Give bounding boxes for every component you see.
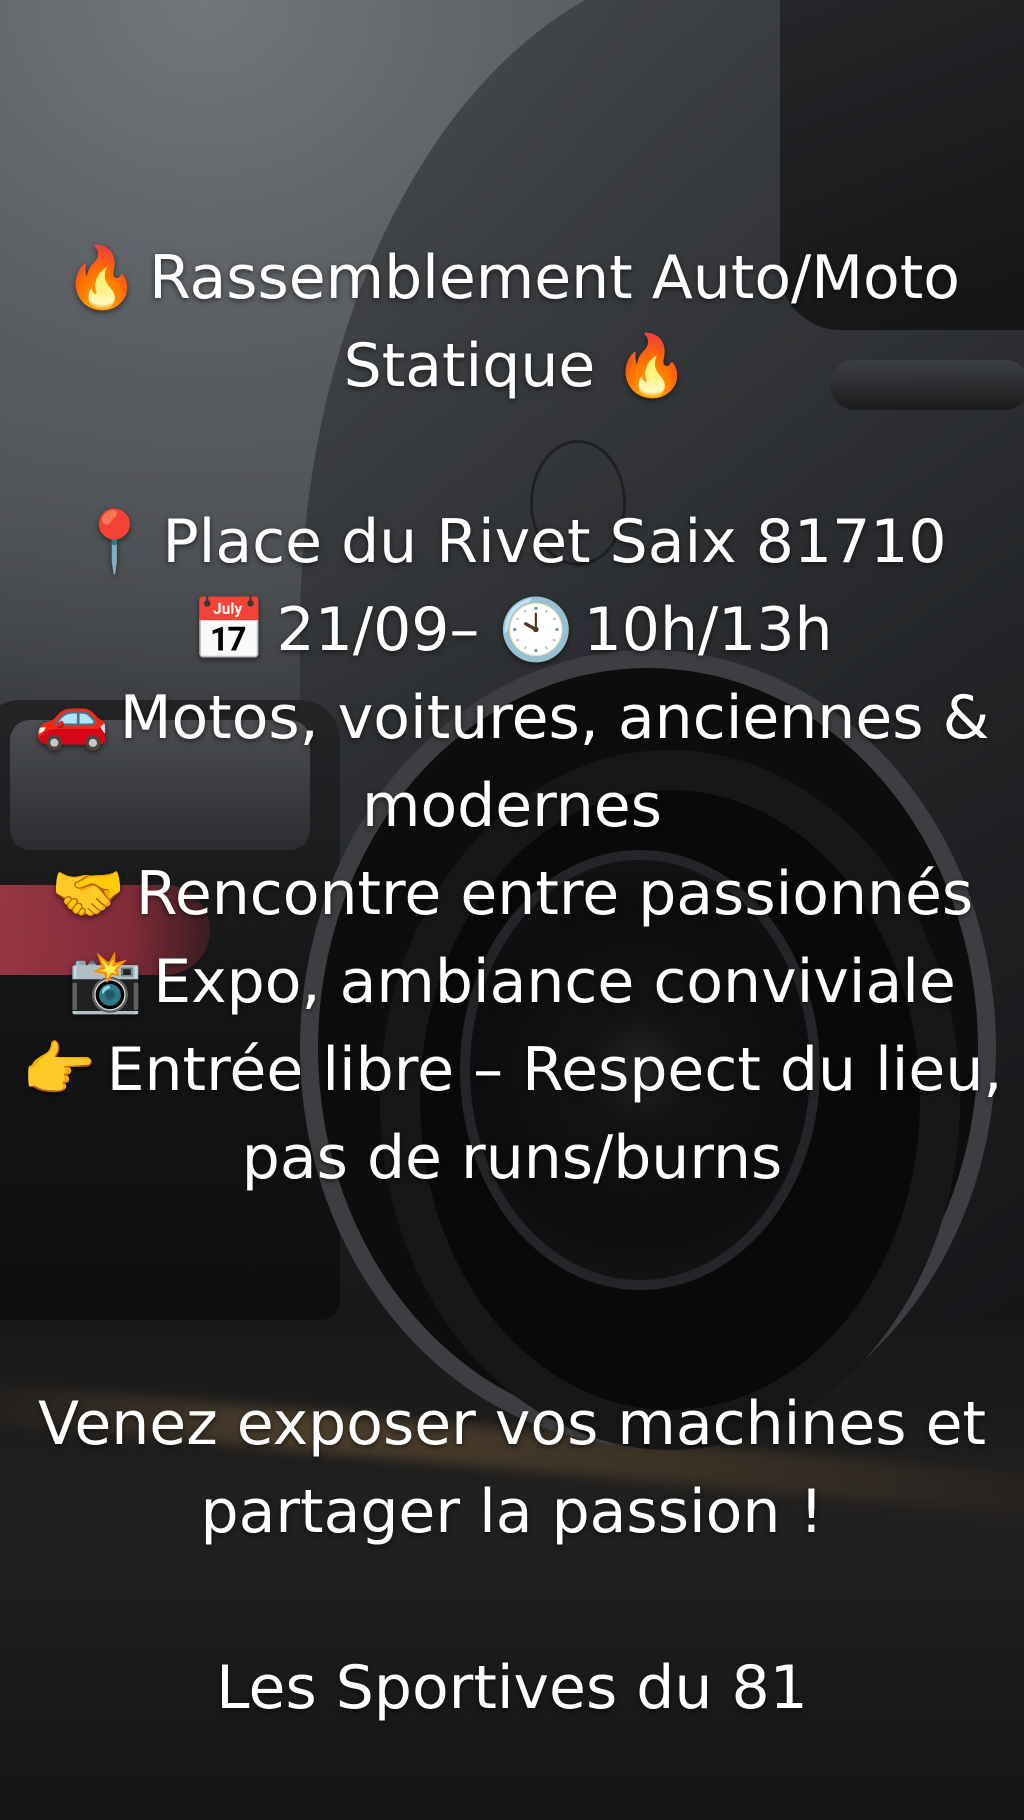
pin-icon: 📍 [77, 507, 153, 577]
detail-meeting: 🤝 Rencontre entre passionnés [20, 850, 1004, 938]
title-text-2: Statique [343, 331, 596, 401]
date-text: 21/09– [276, 595, 480, 665]
organizer-signature: Les Sportives du 81 [20, 1644, 1004, 1732]
time-text: 10h/13h [583, 595, 833, 665]
detail-location: 📍 Place du Rivet Saix 81710 [20, 498, 1004, 586]
vehicles-text: Motos, voitures, anciennes & modernes [119, 683, 990, 841]
camera-flash-icon: 📸 [68, 947, 143, 1017]
detail-rules: 👉 Entrée libre – Respect du lieu, pas de… [20, 1026, 1004, 1202]
calendar-icon: 📅 [191, 595, 267, 665]
location-text: Place du Rivet Saix 81710 [162, 507, 947, 577]
detail-expo: 📸 Expo, ambiance conviviale [20, 938, 1004, 1026]
poster-text: 🔥 Rassemblement Auto/Moto Statique 🔥 📍 P… [0, 0, 1024, 1820]
cta-line-1: Venez exposer vos machines et [37, 1389, 987, 1459]
event-details: 📍 Place du Rivet Saix 81710 📅 21/09– 🕙 1… [20, 498, 1004, 1202]
car-icon: 🚗 [34, 683, 110, 753]
title-line-2: Statique 🔥 [20, 322, 1004, 410]
meeting-text: Rencontre entre passionnés [135, 859, 974, 929]
pointing-hand-icon: 👉 [21, 1035, 97, 1105]
handshake-icon: 🤝 [50, 859, 126, 929]
clock-icon: 🕙 [498, 595, 574, 665]
fire-icon: 🔥 [614, 331, 690, 401]
title-text-1: Rassemblement Auto/Moto [149, 243, 960, 313]
detail-vehicles: 🚗 Motos, voitures, anciennes & modernes [20, 674, 1004, 850]
cta-line-2: partager la passion ! [200, 1477, 824, 1547]
call-to-action: Venez exposer vos machines et partager l… [20, 1380, 1004, 1556]
title-line-1: 🔥 Rassemblement Auto/Moto [20, 234, 1004, 322]
organizer-name: Les Sportives du 81 [216, 1653, 808, 1723]
fire-icon: 🔥 [64, 243, 139, 313]
event-title: 🔥 Rassemblement Auto/Moto Statique 🔥 [20, 234, 1004, 410]
expo-text: Expo, ambiance conviviale [153, 947, 956, 1017]
rules-text: Entrée libre – Respect du lieu, pas de r… [106, 1035, 1003, 1193]
poster: 🔥 Rassemblement Auto/Moto Statique 🔥 📍 P… [0, 0, 1024, 1820]
detail-date-time: 📅 21/09– 🕙 10h/13h [20, 586, 1004, 674]
